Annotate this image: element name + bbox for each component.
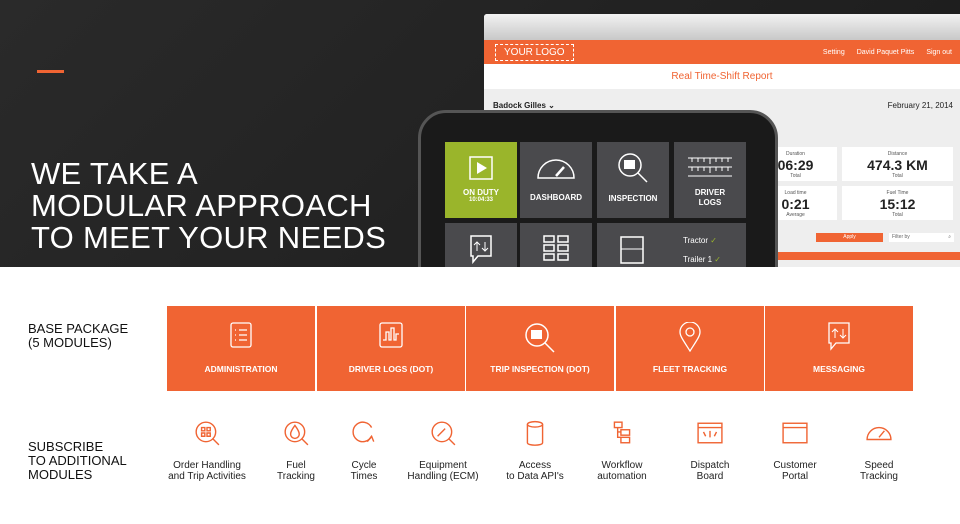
list-icon [230, 322, 252, 348]
module-label: MESSAGING [813, 364, 865, 374]
tile-messaging[interactable] [445, 223, 517, 267]
speedometer-icon [866, 426, 892, 441]
nav-user[interactable]: David Paquet Pitts [857, 49, 915, 56]
stat-sub: Total [892, 173, 903, 179]
addon-speed-tracking[interactable]: Speed Tracking [824, 420, 934, 482]
stat-value: 15:12 [879, 196, 916, 212]
cycle-icon [352, 421, 375, 443]
status-label: Trailer 1 [683, 255, 713, 264]
status-label: Tractor [683, 236, 709, 245]
apply-button[interactable]: Apply [816, 233, 883, 242]
check-icon: ✓ [714, 255, 721, 264]
accent-line [37, 70, 64, 73]
stat-card: Distance 474.3 KM Total [842, 147, 953, 181]
tile-label: ON DUTY [463, 188, 499, 197]
chevron-down-icon: ⌄ [548, 101, 555, 110]
subscribe-title-line: MODULES [28, 467, 93, 482]
module-administration[interactable]: ADMINISTRATION [167, 306, 315, 391]
tablet-device: ON DUTY 10:04:33 DASHBOARD INSPECTION DR… [418, 110, 778, 267]
addon-label: Speed [864, 460, 894, 471]
tile-driver-logs[interactable]: DRIVER LOGS [674, 142, 746, 218]
headline-line: TO MEET YOUR NEEDS [31, 220, 387, 255]
module-label: FLEET TRACKING [652, 364, 728, 374]
report-title: Real Time-Shift Report [484, 64, 960, 89]
module-label: ADMINISTRATION [204, 364, 278, 374]
wrench-search-icon [431, 421, 456, 446]
report-date: February 21, 2014 [887, 101, 953, 110]
ruler-icon [688, 157, 732, 177]
hero: WE TAKE A MODULAR APPROACH TO MEET YOUR … [0, 0, 960, 267]
dispatch-board-icon [697, 422, 723, 444]
gauge-icon [537, 159, 575, 179]
app-header: YOUR LOGO Setting David Paquet Pitts Sig… [484, 40, 960, 64]
subscribe-title-line: TO ADDITIONAL [28, 453, 127, 468]
base-subtitle: (5 MODULES) [28, 335, 112, 350]
nav-sign-out[interactable]: Sign out [926, 49, 952, 56]
status-tractor: Tractor ✓ [683, 236, 717, 245]
driver-name: Badock Gilles [493, 101, 546, 110]
tile-label: INSPECTION [608, 194, 658, 203]
tile-label: DRIVER LOGS [694, 188, 726, 207]
tile-on-duty[interactable]: ON DUTY 10:04:33 [445, 142, 517, 218]
grid-icon [543, 235, 569, 261]
module-label: TRIP INSPECTION (DOT) [490, 364, 590, 374]
module-driver-logs[interactable]: DRIVER LOGS (DOT) [317, 306, 465, 391]
nav-setting[interactable]: Setting [823, 49, 845, 56]
logo-placeholder: YOUR LOGO [495, 44, 574, 61]
headline-line: WE TAKE A [31, 156, 198, 191]
stat-sub: Total [892, 212, 903, 218]
stat-sub: Average [786, 212, 805, 218]
tile-label: DASHBOARD [530, 193, 582, 202]
filter-input[interactable]: Filter by ⌕ [889, 233, 954, 242]
tile-equipment[interactable]: Tractor ✓ Trailer 1 ✓ [597, 223, 746, 267]
headline: WE TAKE A MODULAR APPROACH TO MEET YOUR … [31, 158, 386, 254]
status-trailer: Trailer 1 ✓ [683, 255, 721, 264]
chart-icon [379, 322, 403, 348]
message-icon [828, 322, 850, 351]
duty-timer: 10:04:33 [468, 197, 494, 203]
search-grid-icon [195, 421, 220, 446]
truck-search-icon [618, 153, 648, 183]
stat-card: Fuel Time 15:12 Total [842, 186, 953, 220]
filter-placeholder: Filter by [892, 234, 910, 240]
module-fleet-tracking[interactable]: FLEET TRACKING [616, 306, 764, 391]
headline-line: MODULAR APPROACH [31, 188, 372, 223]
fuel-drop-icon [284, 421, 309, 446]
module-trip-inspection[interactable]: TRIP INSPECTION (DOT) [466, 306, 614, 391]
truck-search-icon [525, 323, 555, 353]
map-pin-icon [679, 321, 701, 353]
subscribe-heading: SUBSCRIBE TO ADDITIONAL MODULES [28, 440, 127, 482]
stat-value: 474.3 KM [867, 157, 928, 173]
database-icon [526, 420, 544, 446]
subscribe-title-line: SUBSCRIBE [28, 439, 104, 454]
message-icon [470, 235, 492, 265]
search-icon: ⌕ [948, 234, 951, 240]
table-header-bar [754, 252, 960, 260]
driver-select[interactable]: Badock Gilles ⌄ [493, 101, 555, 110]
stat-sub: Total [790, 173, 801, 179]
play-icon [469, 156, 493, 180]
workflow-icon [613, 421, 631, 444]
base-package-heading: BASE PACKAGE (5 MODULES) [28, 322, 128, 350]
module-label: DRIVER LOGS (DOT) [348, 364, 434, 374]
tile-dashboard[interactable]: DASHBOARD [520, 142, 592, 218]
tile-inspection[interactable]: INSPECTION [597, 142, 669, 218]
browser-chrome [484, 14, 960, 40]
truck-icon [620, 236, 644, 264]
base-title: BASE PACKAGE [28, 321, 129, 336]
tile-grid[interactable] [520, 223, 592, 267]
top-nav: Setting David Paquet Pitts Sign out [823, 49, 952, 56]
browser-window-icon [782, 422, 808, 444]
addon-label: Tracking [860, 471, 898, 482]
check-icon: ✓ [710, 236, 717, 245]
module-messaging[interactable]: MESSAGING [765, 306, 913, 391]
